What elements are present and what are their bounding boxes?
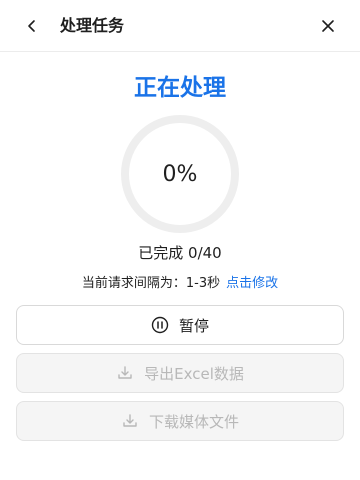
download-icon — [121, 412, 139, 430]
close-icon — [322, 20, 334, 32]
progress-percent: 0% — [162, 161, 198, 187]
export-excel-button[interactable]: 导出Excel数据 — [16, 353, 344, 393]
download-media-button[interactable]: 下载媒体文件 — [16, 401, 344, 441]
pause-button[interactable]: 暂停 — [16, 305, 344, 345]
pause-circle-icon — [151, 316, 169, 334]
status-title: 正在处理 — [134, 75, 226, 101]
request-interval: 当前请求间隔为：1-3秒 点击修改 — [0, 275, 360, 293]
export-excel-label: 导出Excel数据 — [144, 364, 244, 383]
download-media-label: 下载媒体文件 — [148, 412, 239, 431]
header: 处理任务 — [0, 0, 360, 52]
close-button[interactable] — [316, 14, 340, 38]
completed-count: 已完成 0/40 — [138, 244, 222, 262]
chevron-left-icon — [28, 20, 35, 32]
interval-text: 当前请求间隔为：1-3秒 — [81, 276, 221, 291]
download-icon — [116, 364, 134, 382]
modify-interval-link[interactable]: 点击修改 — [226, 276, 278, 291]
back-button[interactable] — [20, 14, 44, 38]
page-title: 处理任务 — [60, 16, 125, 35]
pause-label: 暂停 — [178, 316, 209, 335]
progress-ring: 0% — [120, 114, 240, 234]
task-panel: 处理任务 正在处理 0% 已完成 0/40 当前请求间隔为：1-3秒 点击修改 暂… — [0, 0, 360, 480]
